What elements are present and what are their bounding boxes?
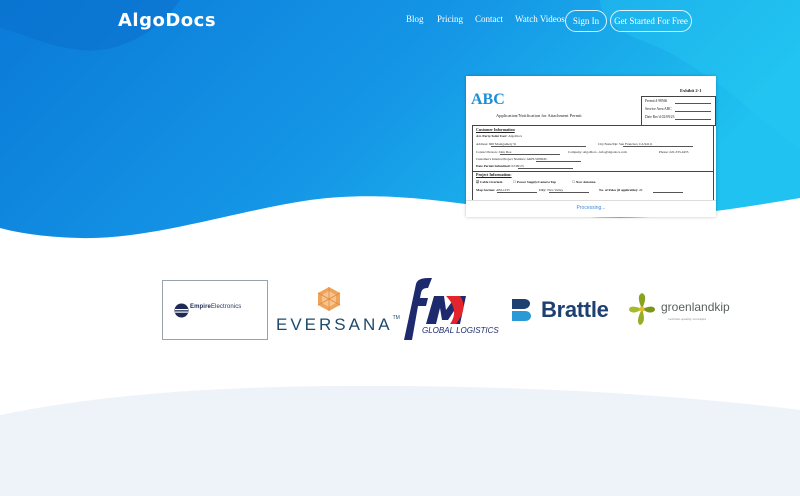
nav-watch-videos[interactable]: Watch Videos (515, 14, 565, 24)
option-new-antenna: New Antenna (575, 180, 596, 184)
email-value: info@algodocs.com (599, 150, 627, 154)
company-label: Company: (568, 150, 583, 154)
service-area-value: ABC (664, 107, 672, 111)
doc-logo: ABC (471, 91, 505, 108)
customer-information-section: Customer Information Att. Party/Joint Us… (472, 125, 714, 172)
get-started-button[interactable]: Get Started For Free (610, 10, 692, 32)
sign-in-button[interactable]: Sign In (565, 10, 607, 32)
field-underline (653, 192, 683, 193)
empire-emblem-icon (174, 303, 189, 318)
brattle-emblem-icon (512, 299, 531, 321)
field-underline (518, 168, 573, 169)
service-area-label: Service Area (645, 107, 664, 111)
nav-blog[interactable]: Blog (406, 14, 424, 24)
permit-label: Permit # (645, 99, 658, 103)
field-underline (549, 192, 589, 193)
date-recd-label: Date Rec'd (645, 115, 661, 119)
brattle-name: Brattle (541, 297, 609, 322)
nav-contact[interactable]: Contact (475, 14, 503, 24)
phone-label: Phone: (659, 150, 669, 154)
company-value: AlgoDocs (582, 150, 597, 154)
party-label: Att. Party/Joint User: (476, 134, 508, 138)
project-section-heading: Project Information: (476, 172, 512, 177)
doc-exhibit: Exhibit 2-1 (680, 88, 702, 93)
field-underline (675, 103, 711, 104)
poles-value: 26 (638, 188, 643, 192)
option-cable-overlash: Cable Overlash (479, 180, 503, 184)
client-logos: EmpireElectronics EVERSANATM GLOBAL LOGI… (0, 270, 800, 350)
bottom-wave-background (0, 385, 800, 496)
fm-global-logistics-text: GLOBAL LOGISTICS (422, 326, 499, 335)
poles-label: No. of Poles (if applicable): (599, 188, 639, 192)
city-label: City/State/Zip: (598, 142, 619, 146)
doc-meta-box: Permit # 98566 Service Area ABC Date Rec… (641, 96, 716, 126)
top-navigation: Blog Pricing Contact Watch Videos Sign I… (0, 10, 800, 32)
groenland-tagline: nutrition quality concepts (668, 317, 707, 321)
fm-global-logistics-logo: GLOBAL LOGISTICS (394, 276, 502, 342)
groenland-leaves-icon (629, 293, 655, 325)
document-preview: ABC Application/Notification for Attachm… (466, 76, 716, 217)
eversana-logo: EVERSANATM (276, 284, 400, 339)
doc-title: Application/Notification for Attachment … (496, 113, 582, 118)
nav-pricing[interactable]: Pricing (437, 14, 463, 24)
field-underline (536, 161, 581, 162)
address-label: Address: (476, 142, 489, 146)
empire-name-bold: Empire (190, 304, 211, 310)
customer-section-heading: Customer Information (476, 127, 515, 132)
processing-status: Processing... (466, 200, 716, 217)
permit-value: 98566 (658, 99, 668, 103)
empire-name-rest: Electronics (210, 304, 242, 310)
groenland-name: groenlandkip (661, 300, 730, 314)
field-underline (623, 146, 693, 147)
empire-electronics-logo: EmpireElectronics (162, 280, 268, 340)
map-section-label: Map Section: (476, 188, 496, 192)
field-underline (675, 111, 711, 112)
eversana-name: EVERSANA (276, 315, 393, 334)
field-underline (497, 192, 537, 193)
field-underline (500, 154, 560, 155)
field-underline (675, 119, 711, 120)
project-information-section: Project Information: ☑ Cable Overlash ☐ … (472, 170, 714, 201)
date-recd-value: 02/09/23 (661, 115, 675, 119)
contact-label: Contact Person: (476, 150, 498, 154)
brattle-logo: Brattle (510, 292, 620, 326)
groenlandkip-logo: groenlandkip nutrition quality concepts (626, 290, 736, 330)
option-power-supply: Power Supply/Camera Tap (516, 180, 557, 184)
field-underline (491, 146, 586, 147)
city2-label: City: (539, 188, 547, 192)
phone-value: 222-333-4455 (669, 150, 689, 154)
eversana-emblem-icon (317, 287, 341, 311)
party-value: AlgoDocs (508, 134, 522, 138)
internal-project-label: Customer's Internal Project Number: (476, 157, 526, 161)
date-submitted-label: Date Permit Submitted: (476, 164, 511, 168)
